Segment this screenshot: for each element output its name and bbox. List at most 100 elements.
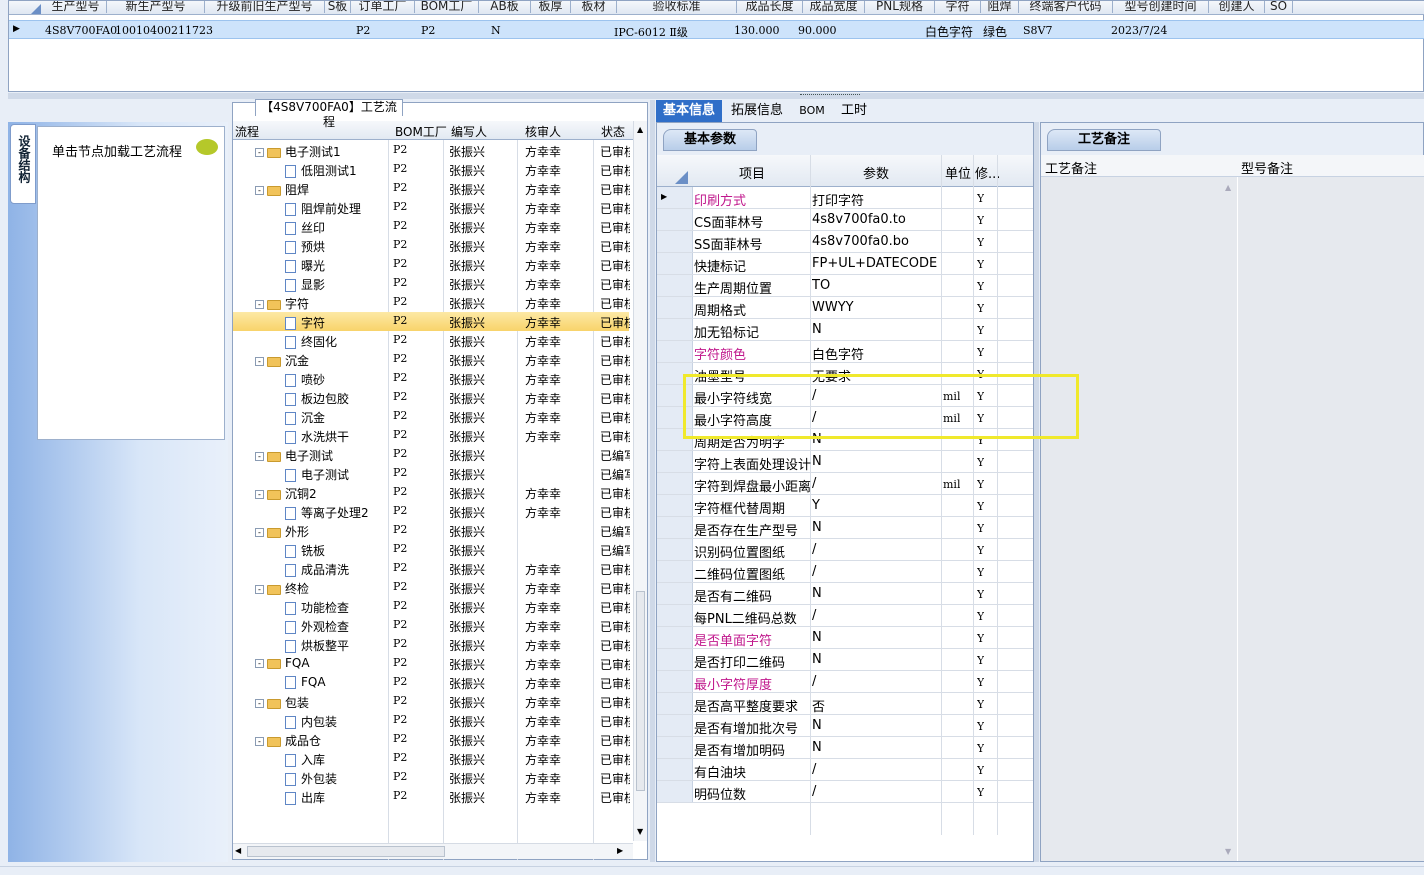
param-value[interactable]: TO <box>812 278 940 293</box>
param-row[interactable]: 是否存在生产型号 N Y <box>657 517 1033 539</box>
tree-node-folder[interactable]: - 包装 P2 张振兴 方幸幸 已审核 <box>233 692 630 711</box>
tree-node-step[interactable]: 水洗烘干 P2 张振兴 方幸幸 已审核 <box>233 426 630 445</box>
scroll-up-icon[interactable]: ▲ <box>1225 183 1231 192</box>
row-indicator[interactable] <box>657 539 693 560</box>
param-value[interactable]: / <box>812 762 940 777</box>
param-row[interactable]: 快捷标记 FP+UL+DATECODE Y <box>657 253 1033 275</box>
collapse-icon[interactable]: - <box>255 300 264 309</box>
param-row[interactable]: 是否有二维码 N Y <box>657 583 1033 605</box>
tree-node-step[interactable]: 电子测试 P2 张振兴 已编写 <box>233 464 630 483</box>
hscroll-thumb[interactable] <box>247 846 445 857</box>
character-cell[interactable]: 白色字符 <box>925 23 973 40</box>
column-header[interactable]: 生产型号 <box>45 1 107 13</box>
horizontal-splitter[interactable] <box>8 93 1424 99</box>
column-header[interactable]: SO <box>1265 1 1293 13</box>
bom-factory-cell[interactable]: P2 <box>421 24 435 37</box>
param-value[interactable]: 否 <box>812 696 940 715</box>
col-item[interactable]: 项目 <box>739 163 765 182</box>
row-indicator[interactable] <box>657 715 693 736</box>
collapse-icon[interactable]: - <box>255 585 264 594</box>
tab-process-notes[interactable]: 工艺备注 <box>1047 129 1161 151</box>
param-value[interactable]: N <box>812 586 940 601</box>
tree-horizontal-scrollbar[interactable]: ◀ ▶ <box>233 843 633 859</box>
param-value[interactable]: 4s8v700fa0.to <box>812 212 940 227</box>
tree-node-folder[interactable]: - FQA P2 张振兴 方幸幸 已审核 <box>233 654 630 673</box>
param-value[interactable]: FP+UL+DATECODE <box>812 256 940 271</box>
param-value[interactable]: N <box>812 740 940 755</box>
collapse-icon[interactable]: - <box>255 699 264 708</box>
param-value[interactable]: / <box>812 564 940 579</box>
tree-node-step[interactable]: 功能检查 P2 张振兴 方幸幸 已审核 <box>233 597 630 616</box>
param-row[interactable]: 有白油块 / Y <box>657 759 1033 781</box>
param-value[interactable]: N <box>812 652 940 667</box>
tree-node-folder[interactable]: - 电子测试 P2 张振兴 已编写 <box>233 445 630 464</box>
tree-node-step[interactable]: 等离子处理2 P2 张振兴 方幸幸 已审核 <box>233 502 630 521</box>
collapse-icon[interactable]: - <box>255 659 264 668</box>
param-row[interactable]: SS面菲林号 4s8v700fa0.bo Y <box>657 231 1033 253</box>
row-indicator[interactable] <box>657 297 693 318</box>
col-process-note[interactable]: 工艺备注 <box>1045 158 1097 177</box>
column-header[interactable]: 终端客户代码 <box>1019 1 1113 13</box>
column-header[interactable]: S板 <box>325 1 351 13</box>
collapse-icon[interactable]: - <box>255 452 264 461</box>
column-header[interactable]: 订单工厂 <box>351 1 415 13</box>
tree-node-folder[interactable]: - 电子测试1 P2 张振兴 方幸幸 已审核 <box>233 141 630 160</box>
tree-node-step[interactable]: 曝光 P2 张振兴 方幸幸 已审核 <box>233 255 630 274</box>
param-value[interactable]: / <box>812 542 940 557</box>
row-indicator[interactable] <box>657 231 693 252</box>
tab-bom[interactable]: BOM <box>792 100 832 122</box>
created-cell[interactable]: 2023/7/24 <box>1111 24 1167 37</box>
row-indicator[interactable] <box>657 517 693 538</box>
column-header[interactable]: 创建人 <box>1209 1 1265 13</box>
row-indicator[interactable] <box>657 473 693 494</box>
param-row[interactable]: 识别码位置图纸 / Y <box>657 539 1033 561</box>
tab-basic-info[interactable]: 基本信息 <box>656 100 722 122</box>
param-row[interactable]: 字符到焊盘最小距离 / mil Y <box>657 473 1033 495</box>
tab-extended-info[interactable]: 拓展信息 <box>726 100 788 122</box>
column-header[interactable]: PNL规格 <box>865 1 935 13</box>
tree-node-step[interactable]: 字符 P2 张振兴 方幸幸 已审核 <box>233 312 630 331</box>
scroll-thumb[interactable] <box>636 591 645 791</box>
row-indicator[interactable] <box>657 693 693 714</box>
param-row[interactable]: 是否有增加明码 N Y <box>657 737 1033 759</box>
tree-node-step[interactable]: 成品清洗 P2 张振兴 方幸幸 已审核 <box>233 559 630 578</box>
param-row[interactable]: ▶ 印刷方式 打印字符 Y <box>657 187 1033 209</box>
column-header[interactable]: 升级前旧生产型号 <box>205 1 325 13</box>
col-unit[interactable]: 单位 <box>945 163 971 182</box>
tree-node-step[interactable]: 出库 P2 张振兴 方幸幸 已审核 <box>233 787 630 806</box>
tab-hours[interactable]: 工时 <box>836 100 872 122</box>
tree-node-folder[interactable]: - 阻焊 P2 张振兴 方幸幸 已审核 <box>233 179 630 198</box>
tree-node-folder[interactable]: - 沉金 P2 张振兴 方幸幸 已审核 <box>233 350 630 369</box>
param-value[interactable]: Y <box>812 498 940 513</box>
param-value[interactable]: N <box>812 322 940 337</box>
tree-node-step[interactable]: 板边包胶 P2 张振兴 方幸幸 已审核 <box>233 388 630 407</box>
param-row[interactable]: CS面菲林号 4s8v700fa0.to Y <box>657 209 1033 231</box>
standard-cell[interactable]: IPC-6012 Ⅱ级 <box>614 24 688 40</box>
row-indicator[interactable] <box>657 209 693 230</box>
row-indicator[interactable] <box>657 275 693 296</box>
tree-node-step[interactable]: 沉金 P2 张振兴 方幸幸 已审核 <box>233 407 630 426</box>
tree-node-step[interactable]: 烘板整平 P2 张振兴 方幸幸 已审核 <box>233 635 630 654</box>
param-row[interactable]: 生产周期位置 TO Y <box>657 275 1033 297</box>
collapse-icon[interactable]: - <box>255 148 264 157</box>
tree-vertical-scrollbar[interactable]: ▲ ▼ <box>633 121 647 841</box>
new-model-cell[interactable]: 10010400211723 <box>115 24 213 37</box>
col-status[interactable]: 状态 <box>601 123 625 140</box>
tree-node-step[interactable]: 阻焊前处理 P2 张振兴 方幸幸 已审核 <box>233 198 630 217</box>
scroll-down-icon[interactable]: ▼ <box>637 827 643 836</box>
row-indicator[interactable] <box>657 759 693 780</box>
param-value[interactable]: WWYY <box>812 300 940 315</box>
param-row[interactable]: 字符颜色 白色字符 Y <box>657 341 1033 363</box>
tree-node-step[interactable]: 丝印 P2 张振兴 方幸幸 已审核 <box>233 217 630 236</box>
row-indicator[interactable] <box>657 605 693 626</box>
col-model-note[interactable]: 型号备注 <box>1241 158 1293 177</box>
column-header[interactable]: AB板 <box>479 1 531 13</box>
param-row[interactable]: 是否打印二维码 N Y <box>657 649 1033 671</box>
param-row[interactable]: 是否有增加批次号 N Y <box>657 715 1033 737</box>
collapse-icon[interactable]: - <box>255 528 264 537</box>
row-indicator[interactable] <box>657 737 693 758</box>
col-checker[interactable]: 核审人 <box>525 123 561 140</box>
row-indicator[interactable] <box>657 495 693 516</box>
param-row[interactable]: 是否高平整度要求否 Y <box>657 693 1033 715</box>
ab-cell[interactable]: N <box>491 24 501 37</box>
